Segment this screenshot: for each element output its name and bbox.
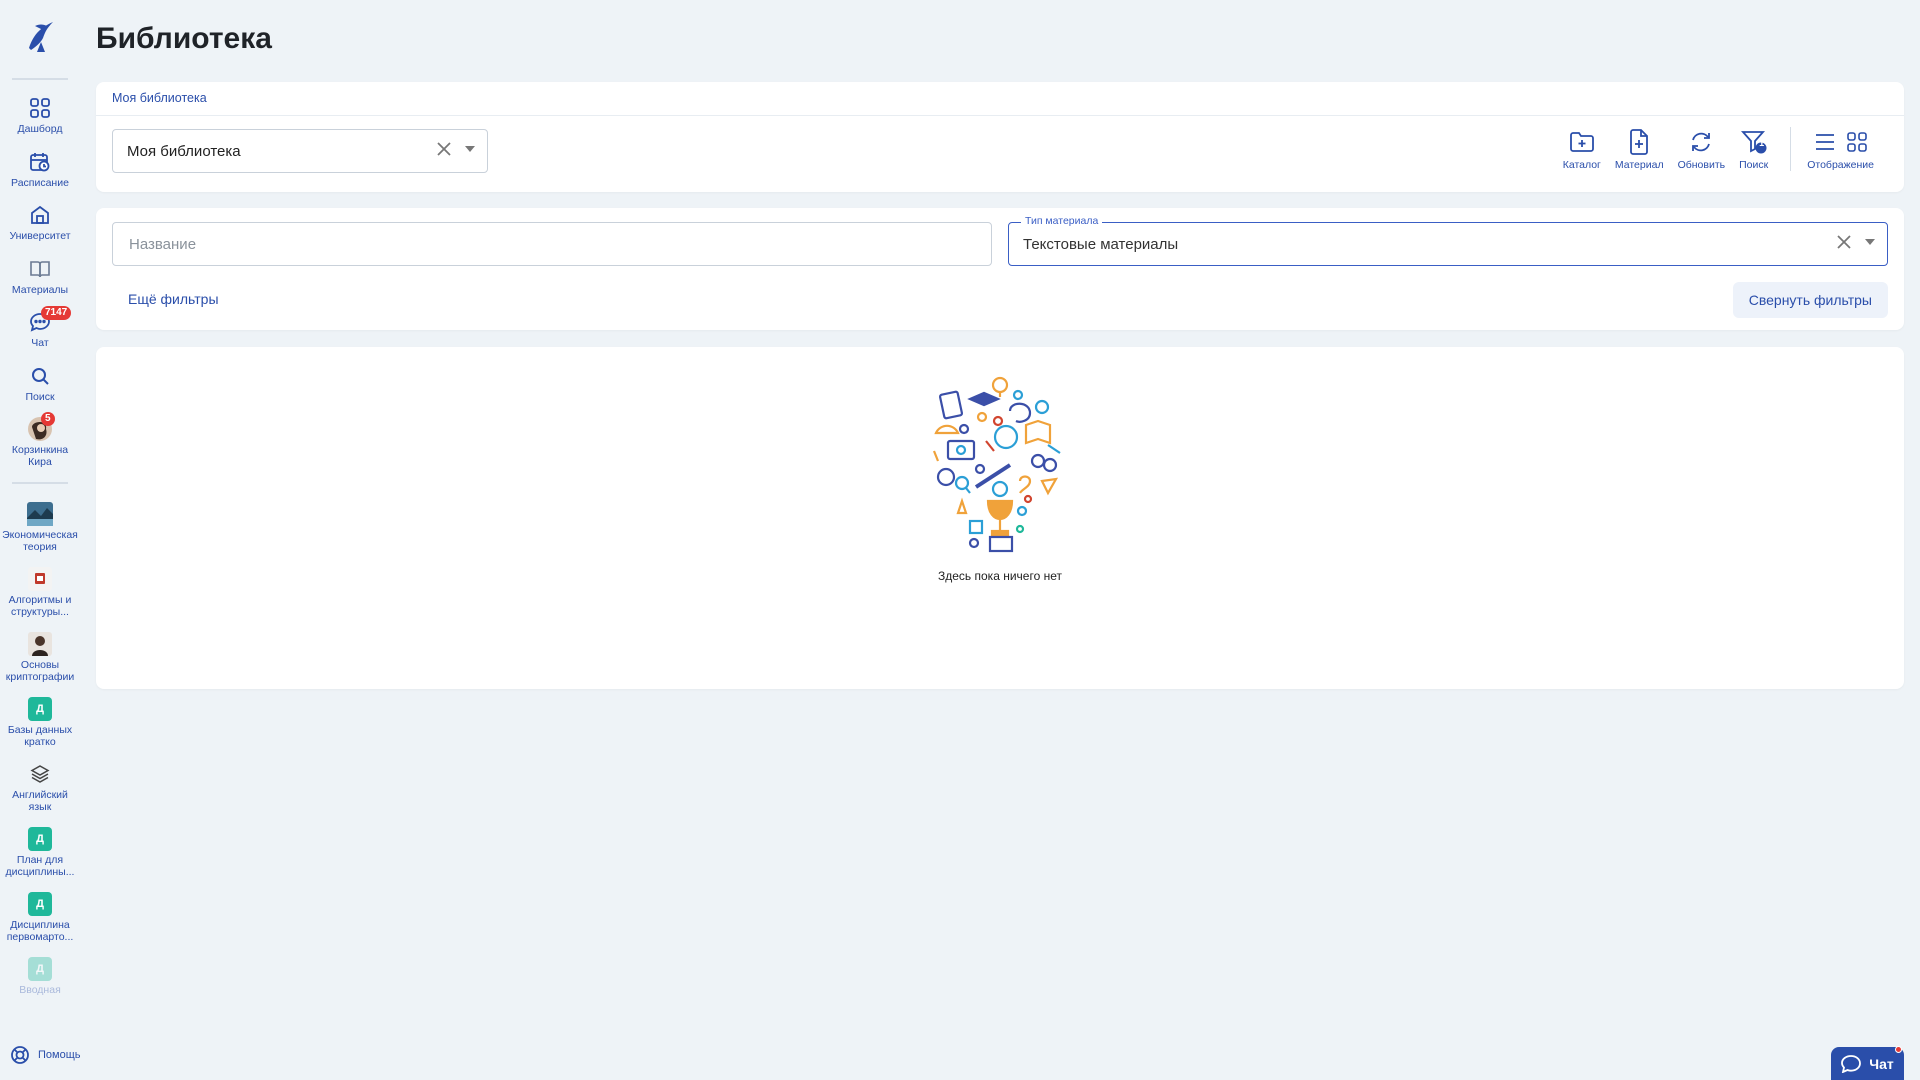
- sidebar-item-search[interactable]: Поиск: [0, 356, 80, 410]
- sidebar-item-label: Дисциплина первомарто...: [6, 919, 74, 943]
- sidebar-item-label: Основы криптографии: [5, 659, 75, 683]
- dashboard-icon: [27, 95, 53, 121]
- sidebar-item-label: Чат: [31, 337, 49, 349]
- search-filter-label: Поиск: [1739, 159, 1769, 171]
- library-header-card: Моя библиотека Моя библиотека Каталог Ма…: [96, 82, 1904, 192]
- education-illustration: [932, 376, 1061, 553]
- refresh-label: Обновить: [1677, 159, 1726, 171]
- chat-bubble-icon: [1841, 1054, 1862, 1073]
- sidebar-course-algorithms[interactable]: Алгоритмы и структуры...: [0, 559, 80, 624]
- sidebar-item-profile[interactable]: 5 Корзинкина Кира: [0, 409, 80, 474]
- help-link[interactable]: Помощь: [10, 1045, 81, 1065]
- sidebar-item-label: Дашборд: [17, 123, 63, 135]
- sidebar-course-discipline[interactable]: Д Дисциплина первомарто...: [0, 884, 80, 949]
- chat-notification-dot: [1895, 1046, 1902, 1053]
- sidebar-item-schedule[interactable]: Расписание: [0, 142, 80, 196]
- display-mode-button[interactable]: Отображение: [1807, 127, 1874, 171]
- sidebar-course-english[interactable]: Английский язык: [0, 754, 80, 819]
- toolbar-divider: [1790, 127, 1792, 171]
- divider: [96, 115, 1904, 116]
- material-label: Материал: [1614, 159, 1664, 171]
- profile-notification-badge: 5: [41, 412, 55, 426]
- breadcrumb[interactable]: Моя библиотека: [112, 91, 207, 105]
- sidebar-course-cryptography[interactable]: Основы криптографии: [0, 624, 80, 689]
- filters-card: Тип материала Текстовые материалы Ещё фи…: [96, 208, 1904, 330]
- sidebar-item-label: Экономическая теория: [2, 529, 78, 553]
- sidebar-item-label: Английский язык: [12, 789, 68, 813]
- chevron-down-icon[interactable]: [1865, 239, 1875, 245]
- app-logo[interactable]: [20, 16, 60, 56]
- library-toolbar: Каталог Материал Обновить 1 Поиск Отобра…: [1549, 127, 1874, 171]
- sidebar-item-materials[interactable]: Материалы: [0, 249, 80, 303]
- sidebar-course-economics[interactable]: Экономическая теория: [0, 494, 80, 559]
- sidebar-item-dashboard[interactable]: Дашборд: [0, 88, 80, 142]
- search-filter-button[interactable]: 1 Поиск: [1739, 127, 1768, 171]
- clear-icon[interactable]: [437, 142, 451, 156]
- sidebar-item-label: Расписание: [11, 176, 69, 189]
- sidebar-item-label: Алгоритмы и структуры...: [8, 594, 72, 618]
- sidebar: Дашборд Расписание Университет Материалы: [0, 0, 81, 1080]
- sidebar-course-plan[interactable]: Д План для дисциплины...: [0, 819, 80, 884]
- course-thumbnail: Д: [27, 826, 53, 852]
- chevron-down-icon[interactable]: [465, 146, 475, 152]
- grid-view-icon[interactable]: [1846, 132, 1867, 152]
- course-thumbnail: [27, 566, 53, 592]
- name-search-input[interactable]: [112, 222, 992, 266]
- sidebar-item-label: План для дисциплины...: [5, 854, 75, 878]
- display-mode-icons: [1815, 127, 1867, 157]
- collapse-filters-button[interactable]: Свернуть фильтры: [1732, 282, 1888, 318]
- sidebar-course-databases[interactable]: Д Базы данных кратко: [0, 689, 80, 754]
- layers-icon: [27, 761, 53, 787]
- materials-content-card: Здесь пока ничего нет: [96, 347, 1904, 689]
- lifebuoy-icon: [11, 1046, 29, 1064]
- chat-unread-badge: 7147: [41, 306, 72, 320]
- material-button[interactable]: Материал: [1615, 127, 1664, 171]
- sidebar-divider: [12, 78, 68, 80]
- course-thumbnail: [27, 501, 53, 527]
- display-mode-label: Отображение: [1807, 159, 1874, 171]
- avatar: 5: [27, 412, 55, 442]
- refresh-button[interactable]: Обновить: [1677, 127, 1726, 171]
- sidebar-item-university[interactable]: Университет: [0, 195, 80, 249]
- course-thumbnail: Д: [27, 696, 53, 722]
- course-thumbnail: Д: [27, 956, 53, 982]
- sidebar-item-label: Материалы: [11, 283, 69, 296]
- clear-icon[interactable]: [1837, 235, 1851, 249]
- sidebar-divider: [12, 482, 68, 484]
- sidebar-course-intro[interactable]: Д Вводная: [0, 949, 80, 1003]
- page-title: Библиотека: [96, 22, 272, 55]
- sidebar-item-label: Вводная: [19, 984, 61, 996]
- search-icon: [27, 363, 53, 389]
- material-type-select[interactable]: Тип материала Текстовые материалы: [1008, 215, 1888, 266]
- course-thumbnail: [27, 631, 53, 657]
- refresh-icon: [1688, 127, 1714, 157]
- material-type-value: Текстовые материалы: [1023, 235, 1179, 253]
- folder-plus-icon: [1569, 127, 1595, 157]
- file-plus-icon: [1628, 127, 1650, 157]
- sidebar-item-chat[interactable]: 7147 Чат: [0, 302, 80, 356]
- empty-state-message: Здесь пока ничего нет: [938, 569, 1062, 583]
- empty-state: Здесь пока ничего нет: [96, 371, 1904, 583]
- university-icon: [27, 202, 53, 228]
- catalog-button[interactable]: Каталог: [1563, 127, 1601, 171]
- filter-count-badge: 1: [1759, 138, 1765, 148]
- book-icon: [27, 256, 53, 282]
- catalog-label: Каталог: [1562, 159, 1601, 171]
- more-filters-link[interactable]: Ещё фильтры: [128, 291, 219, 307]
- chat-widget-label: Чат: [1869, 1055, 1894, 1072]
- sidebar-item-label: Поиск: [25, 390, 55, 403]
- library-select-value: Моя библиотека: [127, 142, 241, 160]
- sidebar-item-label: Базы данных кратко: [7, 724, 73, 748]
- library-select[interactable]: Моя библиотека: [112, 129, 488, 173]
- list-view-icon[interactable]: [1815, 132, 1835, 152]
- course-thumbnail: Д: [27, 891, 53, 917]
- chat-widget-button[interactable]: Чат: [1831, 1046, 1904, 1080]
- sidebar-item-label: Университет: [9, 230, 71, 242]
- calendar-icon: [27, 149, 53, 175]
- material-type-label: Тип материала: [1021, 215, 1103, 227]
- sidebar-item-label: Корзинкина Кира: [11, 444, 69, 468]
- filter-icon: 1: [1740, 127, 1767, 157]
- help-label: Помощь: [38, 1049, 81, 1061]
- chat-icon: 7147: [27, 306, 72, 335]
